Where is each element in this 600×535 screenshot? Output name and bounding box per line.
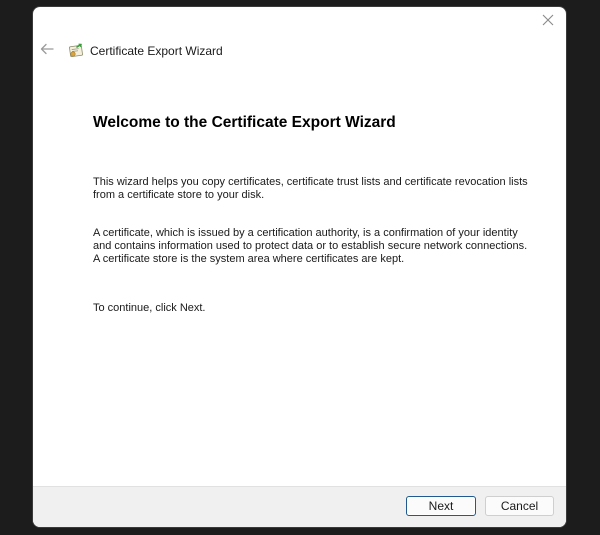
certificate-icon <box>68 43 84 59</box>
window-title: Certificate Export Wizard <box>90 44 223 58</box>
wizard-content: Welcome to the Certificate Export Wizard… <box>93 113 533 314</box>
wizard-dialog: Certificate Export Wizard Welcome to the… <box>33 7 566 527</box>
close-icon <box>542 13 554 31</box>
back-arrow-icon <box>40 42 54 60</box>
back-button[interactable] <box>38 42 56 60</box>
certificate-description-paragraph: A certificate, which is issued by a cert… <box>93 227 528 265</box>
wizard-footer: Next Cancel <box>33 486 566 527</box>
page-title: Welcome to the Certificate Export Wizard <box>93 114 396 131</box>
intro-paragraph: This wizard helps you copy certificates,… <box>93 176 528 201</box>
wizard-header: Certificate Export Wizard <box>33 40 566 64</box>
close-button[interactable] <box>536 11 560 33</box>
cancel-button[interactable]: Cancel <box>485 496 554 516</box>
next-button[interactable]: Next <box>406 496 476 516</box>
continue-instruction: To continue, click Next. <box>93 302 206 314</box>
